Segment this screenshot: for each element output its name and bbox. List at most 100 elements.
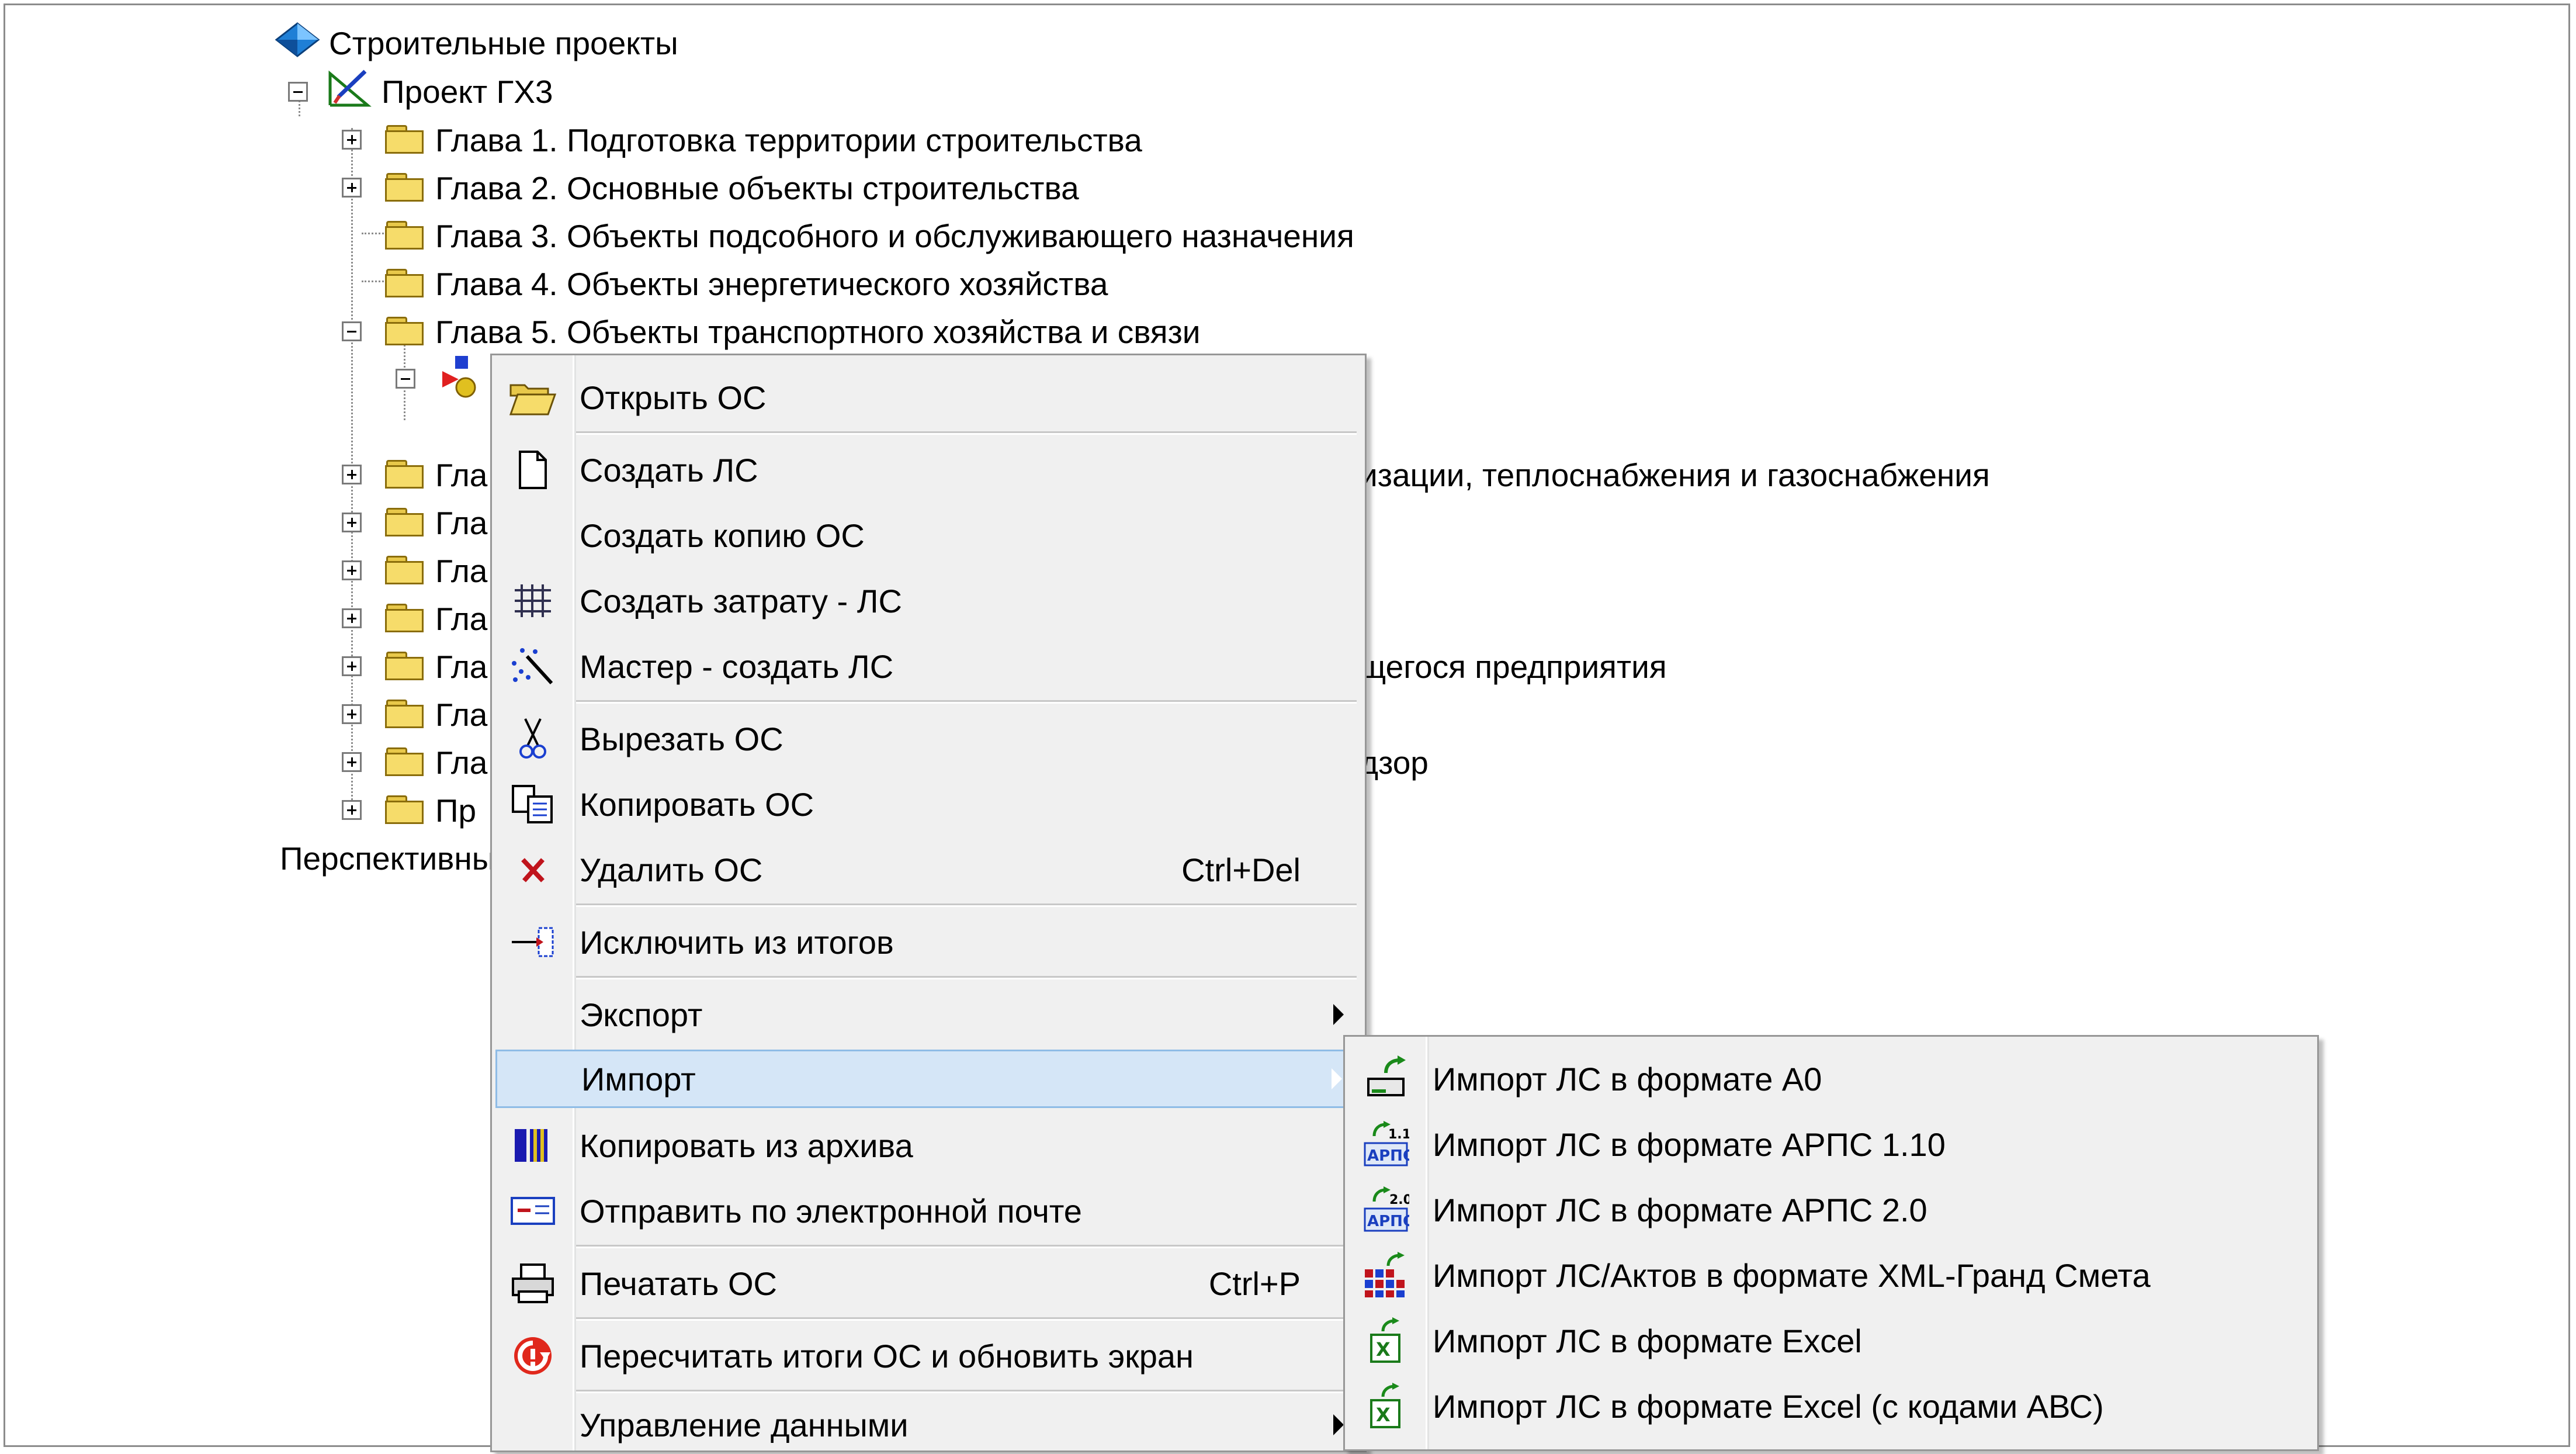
- chapter-label: Глава 1. Подготовка территории строитель…: [435, 122, 1142, 158]
- menu-item-export[interactable]: Экспорт: [492, 985, 1365, 1044]
- submenu-item-label: Импорт ЛС в формате АРПС 2.0: [1433, 1191, 1927, 1228]
- chapter-label: Глава 3. Объекты подсобного и обслуживаю…: [435, 218, 1354, 254]
- tree-item-root[interactable]: Строительные проекты: [274, 21, 678, 66]
- expand-toggle[interactable]: [342, 608, 362, 628]
- submenu-item-label: Импорт ЛС в формате Excel (с кодами АВС): [1433, 1387, 2104, 1425]
- shortcut-label: Ctrl+Del: [1181, 851, 1301, 888]
- collapse-toggle[interactable]: [288, 82, 308, 102]
- tree-item-chapter[interactable]: Гла: [385, 646, 487, 687]
- expand-toggle[interactable]: [342, 800, 362, 820]
- submenu-item-import-excel[interactable]: X Импорт ЛС в формате Excel: [1345, 1311, 2317, 1370]
- submenu-item-label: Импорт ЛС в формате А0: [1433, 1060, 1822, 1098]
- tree-item-chapter[interactable]: Гла: [385, 551, 487, 591]
- collapse-toggle[interactable]: [342, 321, 362, 341]
- tree-root-label: Строительные проекты: [329, 25, 678, 61]
- submenu-item-import-arps-20[interactable]: 2.0 АРПС Импорт ЛС в формате АРПС 2.0: [1345, 1180, 2317, 1239]
- svg-text:1.10: 1.10: [1388, 1127, 1409, 1142]
- expand-toggle[interactable]: [342, 752, 362, 772]
- context-menu: Открыть ОС Создать ЛС Создать копию ОС С…: [490, 354, 1367, 1452]
- menu-item-create-ls[interactable]: Создать ЛС: [492, 441, 1365, 499]
- refresh-icon: [505, 1328, 561, 1384]
- copy-icon: [505, 776, 561, 832]
- open-folder-icon: [505, 369, 561, 425]
- expand-toggle[interactable]: [342, 130, 362, 150]
- email-icon: [505, 1183, 561, 1239]
- menu-item-import[interactable]: Импорт: [495, 1050, 1361, 1108]
- object-estimate-icon[interactable]: [438, 354, 490, 403]
- menu-item-print[interactable]: Печатать ОС Ctrl+P: [492, 1254, 1365, 1313]
- menu-item-create-copy[interactable]: Создать копию ОС: [492, 506, 1365, 565]
- chapter-label: Глава 5. Объекты транспортного хозяйства…: [435, 314, 1201, 350]
- menu-item-send-email[interactable]: Отправить по электронной почте: [492, 1182, 1365, 1240]
- tree-item-chapter[interactable]: Гла: [385, 455, 487, 496]
- tree-item-chapter[interactable]: Гла: [385, 694, 487, 735]
- tree-item-chapter[interactable]: Гла: [385, 503, 487, 543]
- menu-separator: [576, 431, 1357, 435]
- project-icon: [327, 68, 373, 116]
- menu-item-wizard[interactable]: Мастер - создать ЛС: [492, 637, 1365, 695]
- menu-item-label: Открыть ОС: [580, 379, 767, 416]
- shortcut-label: Ctrl+P: [1208, 1265, 1301, 1302]
- expand-toggle[interactable]: [342, 178, 362, 198]
- menu-separator: [576, 1390, 1357, 1393]
- tree-item-chapter[interactable]: Глава 2. Основные объекты строительства: [385, 168, 1079, 209]
- folder-icon: [385, 652, 427, 682]
- tree-item-chapter[interactable]: Глава 5. Объекты транспортного хозяйства…: [385, 311, 1201, 352]
- submenu-item-import-xml-grand[interactable]: Импорт ЛС/Актов в формате XML-Гранд Смет…: [1345, 1246, 2317, 1304]
- menu-item-copy-archive[interactable]: Копировать из архива: [492, 1116, 1365, 1175]
- menu-item-recalc[interactable]: Пересчитать итоги ОС и обновить экран: [492, 1327, 1365, 1385]
- submenu-item-import-arps-110[interactable]: 1.10 АРПС Импорт ЛС в формате АРПС 1.10: [1345, 1115, 2317, 1173]
- arps-110-icon: 1.10 АРПС: [1358, 1116, 1414, 1172]
- expand-toggle[interactable]: [342, 513, 362, 532]
- new-document-icon: [505, 442, 561, 498]
- submenu-arrow-icon: [1333, 1004, 1344, 1025]
- menu-item-data-management[interactable]: Управление данными: [492, 1396, 1365, 1454]
- menu-item-exclude[interactable]: Исключить из итогов: [492, 913, 1365, 971]
- folder-icon: [385, 460, 427, 490]
- menu-item-label: Управление данными: [580, 1406, 909, 1443]
- submenu-item-import-a0[interactable]: Импорт ЛС в формате А0: [1345, 1050, 2317, 1108]
- diamond-icon: [274, 21, 321, 66]
- chapter-label: Глава 2. Основные объекты строительства: [435, 170, 1079, 206]
- menu-item-delete[interactable]: Удалить ОС Ctrl+Del: [492, 840, 1365, 899]
- expand-toggle[interactable]: [342, 704, 362, 724]
- chapter-label: Гла: [435, 649, 488, 685]
- tree-view-panel: Строительные проекты Проект ГХ3 Глава 1.…: [4, 4, 2570, 1452]
- menu-item-open[interactable]: Открыть ОС: [492, 368, 1365, 427]
- chapter-label-tail: дзор: [1360, 742, 1429, 783]
- menu-item-create-cost[interactable]: Создать затрату - ЛС: [492, 572, 1365, 630]
- tree-item-perspective[interactable]: Перспективны: [280, 838, 495, 879]
- tree-item-chapter[interactable]: Гла: [385, 598, 487, 639]
- tree-item-chapter[interactable]: Глава 4. Объекты энергетического хозяйст…: [385, 264, 1108, 304]
- tree-item-chapter[interactable]: Глава 3. Объекты подсобного и обслуживаю…: [385, 216, 1354, 257]
- tree-project-label: Проект ГХ3: [382, 74, 553, 110]
- delete-x-icon: [505, 842, 561, 898]
- menu-item-label: Удалить ОС: [580, 851, 763, 888]
- menu-item-cut[interactable]: Вырезать ОС: [492, 709, 1365, 768]
- archive-icon: [505, 1117, 561, 1173]
- collapse-toggle[interactable]: [396, 369, 415, 389]
- menu-item-copy[interactable]: Копировать ОС: [492, 775, 1365, 833]
- folder-icon: [385, 221, 427, 251]
- tree-item-chapter[interactable]: Гла: [385, 742, 487, 783]
- chapter-label: Глава 4. Объекты энергетического хозяйст…: [435, 266, 1108, 302]
- menu-separator: [576, 1317, 1357, 1321]
- chapter-label: Гла: [435, 457, 488, 493]
- tree-item-chapter[interactable]: Пр: [385, 790, 476, 831]
- import-arrow-icon: [1358, 1051, 1414, 1107]
- menu-item-label: Исключить из итогов: [580, 923, 894, 961]
- chapter-label: Гла: [435, 553, 488, 589]
- expand-toggle[interactable]: [342, 656, 362, 676]
- menu-item-label: Мастер - создать ЛС: [580, 648, 894, 685]
- tree-item-project[interactable]: Проект ГХ3: [327, 69, 553, 112]
- submenu-item-import-excel-abc[interactable]: X Импорт ЛС в формате Excel (с кодами АВ…: [1345, 1377, 2317, 1435]
- arps-20-icon: 2.0 АРПС: [1358, 1182, 1414, 1238]
- tree-item-chapter[interactable]: Глава 1. Подготовка территории строитель…: [385, 120, 1142, 161]
- folder-icon: [385, 269, 427, 299]
- chapter-label: Гла: [435, 601, 488, 637]
- expand-toggle[interactable]: [342, 465, 362, 484]
- folder-icon: [385, 700, 427, 730]
- menu-item-label: Создать ЛС: [580, 451, 758, 489]
- expand-toggle[interactable]: [342, 560, 362, 580]
- submenu-arrow-icon: [1332, 1068, 1342, 1089]
